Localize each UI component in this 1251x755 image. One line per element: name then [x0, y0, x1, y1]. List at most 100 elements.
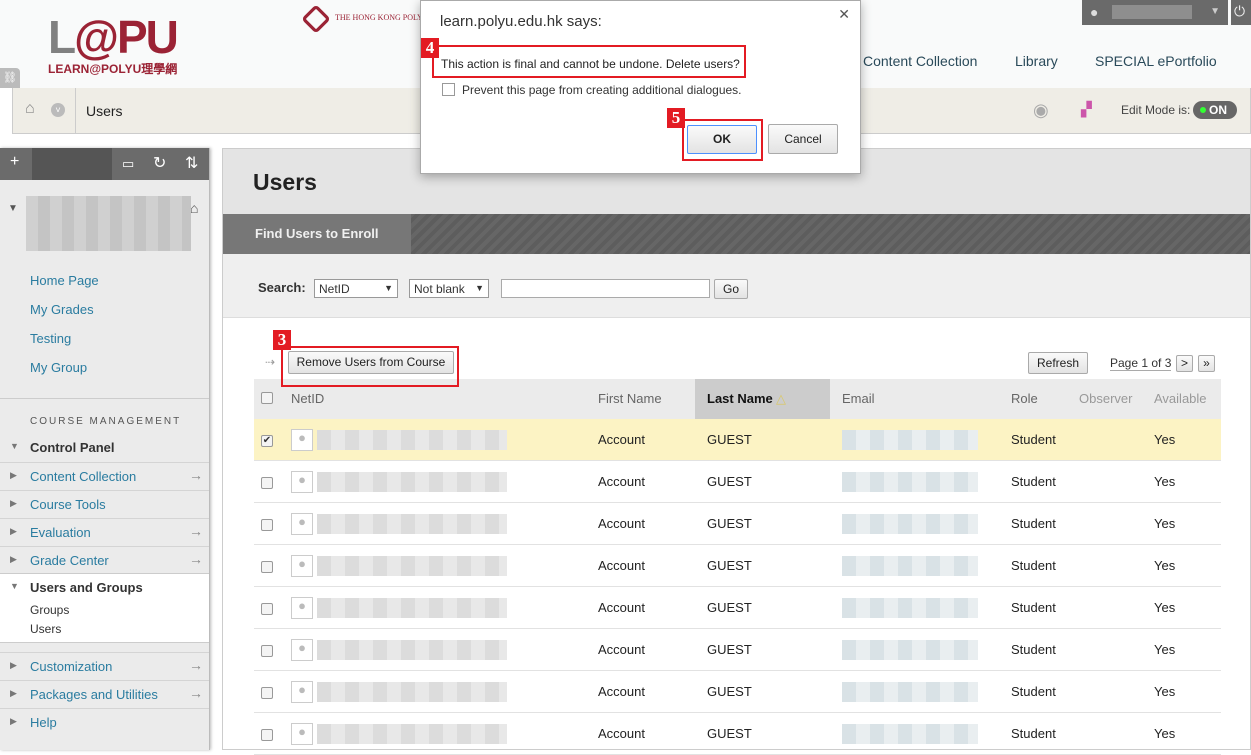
role: Student	[1011, 516, 1056, 531]
link-icon[interactable]: ⛓	[0, 68, 20, 88]
search-operator-select[interactable]: Not blank	[409, 279, 489, 298]
col-first-name[interactable]: First Name	[598, 391, 662, 406]
find-users-to-enroll-tab[interactable]: Find Users to Enroll	[223, 214, 411, 254]
add-icon[interactable]: +	[10, 153, 19, 171]
row-checkbox[interactable]	[261, 603, 273, 615]
first-name: Account	[598, 642, 645, 657]
sidebar-item-groups[interactable]: Groups	[30, 603, 69, 617]
email-redacted	[842, 430, 978, 450]
available: Yes	[1154, 558, 1176, 573]
sidebar-item-customization[interactable]: ▶ Customization →	[0, 652, 209, 680]
netid-redacted[interactable]	[317, 472, 507, 492]
nav-library[interactable]: Library	[1015, 53, 1058, 69]
edit-mode-toggle[interactable]: ON	[1193, 101, 1237, 119]
last-name: GUEST	[707, 600, 752, 615]
sidebar-item-help[interactable]: ▶ Help	[0, 708, 209, 736]
search-field-select[interactable]: NetID	[314, 279, 398, 298]
role: Student	[1011, 726, 1056, 741]
netid-redacted[interactable]	[317, 640, 507, 660]
avatar: ●	[291, 513, 313, 535]
row-checkbox[interactable]	[261, 477, 273, 489]
sidebar-item-grade-center[interactable]: ▶ Grade Center →	[0, 546, 209, 574]
refresh-button[interactable]: Refresh	[1028, 352, 1088, 374]
row-checkbox[interactable]	[261, 561, 273, 573]
row-checkbox[interactable]: ✔	[261, 435, 273, 447]
close-icon[interactable]: ✕	[838, 6, 850, 23]
table-row: ● Account GUEST Student Yes	[254, 587, 1221, 629]
next-page-button[interactable]: >	[1176, 355, 1193, 372]
avatar: ●	[291, 681, 313, 703]
col-email[interactable]: Email	[842, 391, 875, 406]
sidebar-item-content-collection[interactable]: ▶ Content Collection →	[0, 462, 209, 490]
select-all-checkbox[interactable]	[261, 392, 273, 404]
netid-redacted[interactable]	[317, 598, 507, 618]
first-name: Account	[598, 516, 645, 531]
sidebar-item-my-grades[interactable]: My Grades	[30, 302, 94, 317]
netid-redacted[interactable]	[317, 430, 507, 450]
prevent-dialogs-label[interactable]: Prevent this page from creating addition…	[462, 83, 742, 97]
chevron-down-icon[interactable]: ˅	[51, 103, 65, 117]
email-redacted	[842, 640, 978, 660]
theme-icon[interactable]: ▞	[1081, 101, 1092, 118]
netid-redacted[interactable]	[317, 556, 507, 576]
last-name: GUEST	[707, 726, 752, 741]
sidebar-item-my-group[interactable]: My Group	[30, 360, 87, 375]
last-name: GUEST	[707, 642, 752, 657]
last-page-button[interactable]: »	[1198, 355, 1215, 372]
row-checkbox[interactable]	[261, 519, 273, 531]
first-name: Account	[598, 432, 645, 447]
collapse-icon[interactable]: ▼	[8, 203, 18, 214]
email-redacted	[842, 682, 978, 702]
netid-redacted[interactable]	[317, 514, 507, 534]
row-checkbox[interactable]	[261, 687, 273, 699]
last-name: GUEST	[707, 432, 752, 447]
avatar: ●	[291, 597, 313, 619]
arrow-right-icon: →	[189, 551, 203, 567]
col-role[interactable]: Role	[1011, 391, 1038, 406]
nav-content-collection[interactable]: Content Collection	[863, 53, 977, 69]
main-content: Users Find Users to Enroll Search: NetID…	[222, 148, 1251, 755]
sidebar-item-course-tools[interactable]: ▶ Course Tools	[0, 490, 209, 518]
col-netid[interactable]: NetID	[291, 391, 324, 406]
nav-eportfolio[interactable]: SPECIAL ePortfolio	[1095, 53, 1217, 69]
avatar: ●	[291, 471, 313, 493]
table-row: ✔ ● Account GUEST Student Yes	[254, 419, 1221, 461]
first-name: Account	[598, 726, 645, 741]
home-icon[interactable]: ⌂	[25, 100, 35, 118]
student-preview-icon[interactable]: ◉	[1033, 100, 1049, 121]
sort-icon[interactable]: ⇅	[185, 153, 198, 173]
search-input[interactable]	[501, 279, 710, 298]
col-observer: Observer	[1079, 391, 1133, 406]
sidebar-item-packages-and-utilities[interactable]: ▶ Packages and Utilities →	[0, 680, 209, 708]
refresh-icon[interactable]: ↻	[153, 153, 166, 173]
sidebar-item-testing[interactable]: Testing	[30, 331, 71, 346]
user-menu[interactable]: ● ▼	[1082, 0, 1228, 25]
role: Student	[1011, 474, 1056, 489]
annotation-5: 5	[667, 108, 685, 128]
row-checkbox[interactable]	[261, 645, 273, 657]
last-name: GUEST	[707, 474, 752, 489]
prevent-dialogs-checkbox[interactable]	[442, 83, 455, 96]
home-icon[interactable]: ⌂	[190, 200, 198, 216]
sidebar-item-home-page[interactable]: Home Page	[30, 273, 99, 288]
sidebar-item-users[interactable]: Users	[30, 622, 61, 636]
arrow-right-icon: →	[189, 657, 203, 673]
sidebar-item-users-and-groups[interactable]: ▼ Users and Groups	[0, 574, 209, 602]
folder-icon[interactable]: ▭	[122, 156, 134, 172]
col-last-name[interactable]: Last Name	[707, 391, 773, 406]
go-button[interactable]: Go	[714, 279, 748, 299]
logout-icon[interactable]: ⏻	[1231, 0, 1251, 25]
sidebar-item-evaluation[interactable]: ▶ Evaluation →	[0, 518, 209, 546]
control-panel: Control Panel	[30, 440, 115, 455]
avatar: ●	[291, 555, 313, 577]
cancel-button[interactable]: Cancel	[768, 124, 838, 154]
netid-redacted[interactable]	[317, 724, 507, 744]
role: Student	[1011, 642, 1056, 657]
netid-redacted[interactable]	[317, 682, 507, 702]
table-row: ● Account GUEST Student Yes	[254, 713, 1221, 755]
available: Yes	[1154, 516, 1176, 531]
table-row: ● Account GUEST Student Yes	[254, 671, 1221, 713]
available: Yes	[1154, 726, 1176, 741]
lapu-logo[interactable]: L@PU LEARN@POLYU理學網	[48, 10, 179, 77]
row-checkbox[interactable]	[261, 729, 273, 741]
